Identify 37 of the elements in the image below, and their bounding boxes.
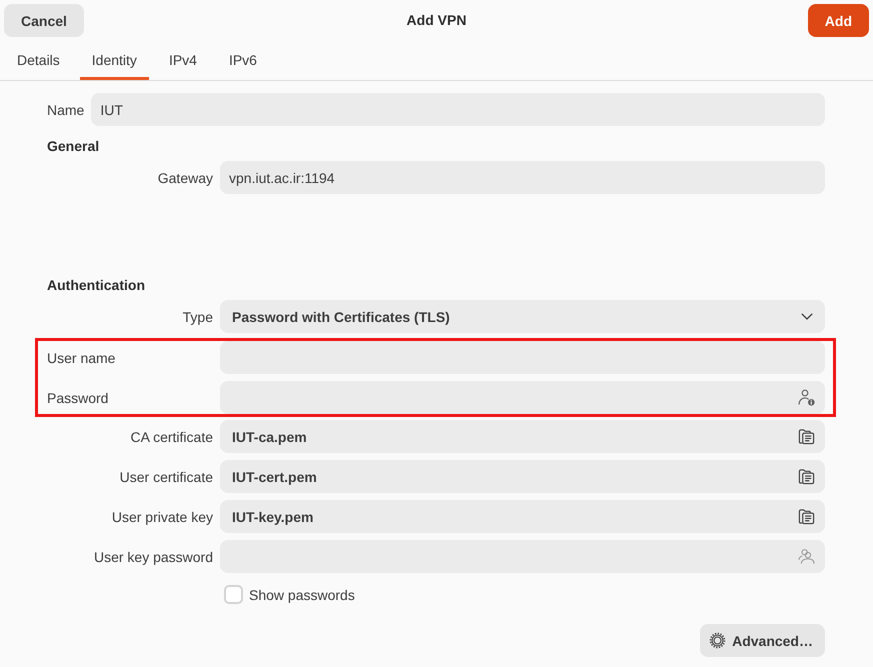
dropdown[interactable]: Password with Certificates (TLS): [220, 300, 825, 333]
section-heading: Authentication: [47, 276, 146, 295]
people-icon: [798, 548, 815, 565]
field-label: CA certificate: [130, 428, 213, 444]
tab[interactable]: Details: [5, 42, 72, 80]
cancel-button[interactable]: Cancel: [4, 4, 84, 37]
gear-icon: [709, 632, 726, 649]
tab[interactable]: IPv4: [156, 42, 209, 80]
field-label: User certificate: [120, 468, 213, 484]
document-stack-icon: [798, 428, 815, 445]
tab[interactable]: IPv6: [216, 42, 269, 80]
advanced-button[interactable]: Advanced…: [700, 624, 825, 657]
text-field[interactable]: IUT: [91, 93, 825, 126]
field-label: User private key: [112, 508, 213, 524]
caret-icon: [801, 313, 813, 320]
add-button[interactable]: Add: [808, 4, 869, 37]
password-field[interactable]: [220, 381, 825, 414]
field-label: Gateway: [158, 170, 213, 186]
document-stack-icon: [798, 508, 815, 525]
show-passwords-checkbox[interactable]: [224, 585, 243, 604]
field-label: Type: [182, 308, 213, 324]
text-field[interactable]: vpn.iut.ac.ir:1194: [220, 161, 825, 194]
field-label: User name: [47, 350, 116, 366]
file-chooser-field[interactable]: IUT-key.pem: [220, 500, 825, 533]
section-heading: General: [47, 137, 100, 156]
document-stack-icon: [798, 468, 815, 485]
tab[interactable]: Identity: [80, 42, 149, 80]
window-title: Add VPN: [406, 11, 466, 30]
file-chooser-field[interactable]: IUT-ca.pem: [220, 420, 825, 453]
file-chooser-field[interactable]: IUT-cert.pem: [220, 460, 825, 493]
field-label: User key password: [94, 548, 213, 564]
text-field[interactable]: [220, 341, 825, 374]
person-badge-icon: [798, 389, 815, 406]
field-label: Password: [47, 390, 108, 406]
password-field[interactable]: [220, 540, 825, 573]
checkbox-label[interactable]: Show passwords: [249, 586, 355, 602]
field-label: Name: [47, 102, 84, 118]
